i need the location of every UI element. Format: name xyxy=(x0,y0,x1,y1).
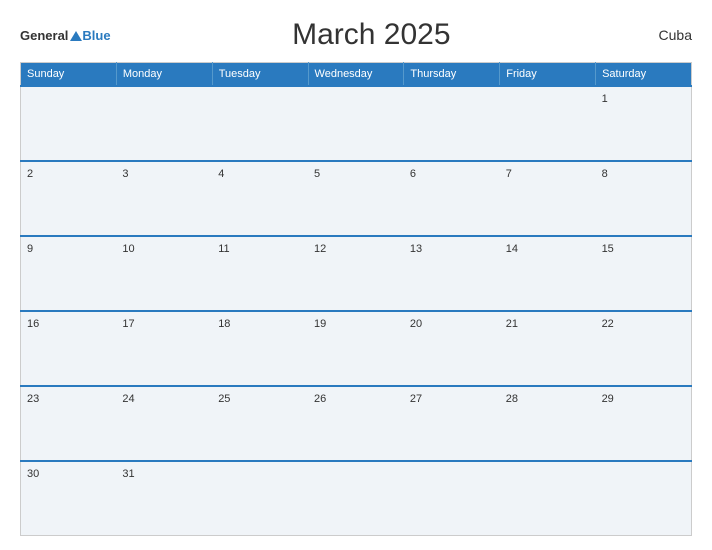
day-number: 1 xyxy=(602,93,608,105)
day-number: 29 xyxy=(602,393,614,405)
calendar-header: SundayMondayTuesdayWednesdayThursdayFrid… xyxy=(21,63,692,87)
calendar-empty-cell xyxy=(21,86,117,161)
calendar-day-15: 15 xyxy=(596,236,692,311)
day-number: 3 xyxy=(122,168,128,180)
calendar-empty-cell xyxy=(404,461,500,536)
day-number: 24 xyxy=(122,393,134,405)
day-number: 30 xyxy=(27,468,39,480)
logo-triangle-icon xyxy=(70,31,82,41)
day-number: 12 xyxy=(314,243,326,255)
calendar-week-row: 16 17 18 19 20 21 22 xyxy=(21,311,692,386)
day-number: 8 xyxy=(602,168,608,180)
day-number: 16 xyxy=(27,318,39,330)
calendar-week-row: 1 xyxy=(21,86,692,161)
page-header: General Blue March 2025 Cuba xyxy=(20,18,692,52)
calendar-table: SundayMondayTuesdayWednesdayThursdayFrid… xyxy=(20,62,692,536)
day-number: 27 xyxy=(410,393,422,405)
calendar-empty-cell xyxy=(212,461,308,536)
day-number: 5 xyxy=(314,168,320,180)
day-number: 17 xyxy=(122,318,134,330)
calendar-day-10: 10 xyxy=(116,236,212,311)
calendar-empty-cell xyxy=(500,86,596,161)
calendar-day-28: 28 xyxy=(500,386,596,461)
calendar-week-row: 30 31 xyxy=(21,461,692,536)
day-number: 28 xyxy=(506,393,518,405)
day-header-tuesday: Tuesday xyxy=(212,63,308,87)
day-number: 10 xyxy=(122,243,134,255)
day-number: 25 xyxy=(218,393,230,405)
day-header-thursday: Thursday xyxy=(404,63,500,87)
calendar-day-24: 24 xyxy=(116,386,212,461)
calendar-day-17: 17 xyxy=(116,311,212,386)
country-label: Cuba xyxy=(632,27,692,43)
day-number: 7 xyxy=(506,168,512,180)
day-number: 26 xyxy=(314,393,326,405)
day-header-sunday: Sunday xyxy=(21,63,117,87)
calendar-empty-cell xyxy=(308,86,404,161)
calendar-day-26: 26 xyxy=(308,386,404,461)
calendar-body: 1234567891011121314151617181920212223242… xyxy=(21,86,692,536)
calendar-day-16: 16 xyxy=(21,311,117,386)
calendar-week-row: 9 10 11 12 13 14 15 xyxy=(21,236,692,311)
calendar-day-19: 19 xyxy=(308,311,404,386)
calendar-title: March 2025 xyxy=(111,18,632,52)
calendar-day-22: 22 xyxy=(596,311,692,386)
day-number: 19 xyxy=(314,318,326,330)
day-number: 18 xyxy=(218,318,230,330)
calendar-day-7: 7 xyxy=(500,161,596,236)
day-number: 9 xyxy=(27,243,33,255)
day-number: 6 xyxy=(410,168,416,180)
calendar-day-29: 29 xyxy=(596,386,692,461)
calendar-day-13: 13 xyxy=(404,236,500,311)
calendar-day-21: 21 xyxy=(500,311,596,386)
days-of-week-row: SundayMondayTuesdayWednesdayThursdayFrid… xyxy=(21,63,692,87)
calendar-day-4: 4 xyxy=(212,161,308,236)
calendar-empty-cell xyxy=(500,461,596,536)
day-number: 2 xyxy=(27,168,33,180)
calendar-day-1: 1 xyxy=(596,86,692,161)
calendar-day-3: 3 xyxy=(116,161,212,236)
calendar-day-9: 9 xyxy=(21,236,117,311)
day-number: 4 xyxy=(218,168,224,180)
calendar-day-31: 31 xyxy=(116,461,212,536)
calendar-day-8: 8 xyxy=(596,161,692,236)
day-header-monday: Monday xyxy=(116,63,212,87)
calendar-empty-cell xyxy=(308,461,404,536)
calendar-day-30: 30 xyxy=(21,461,117,536)
calendar-day-12: 12 xyxy=(308,236,404,311)
calendar-day-6: 6 xyxy=(404,161,500,236)
calendar-week-row: 23 24 25 26 27 28 29 xyxy=(21,386,692,461)
day-header-saturday: Saturday xyxy=(596,63,692,87)
calendar-empty-cell xyxy=(596,461,692,536)
day-number: 22 xyxy=(602,318,614,330)
day-number: 13 xyxy=(410,243,422,255)
day-header-wednesday: Wednesday xyxy=(308,63,404,87)
calendar-day-20: 20 xyxy=(404,311,500,386)
calendar-day-25: 25 xyxy=(212,386,308,461)
calendar-day-23: 23 xyxy=(21,386,117,461)
logo-general-text: General xyxy=(20,29,68,42)
calendar-day-11: 11 xyxy=(212,236,308,311)
day-number: 31 xyxy=(122,468,134,480)
day-number: 15 xyxy=(602,243,614,255)
calendar-day-27: 27 xyxy=(404,386,500,461)
day-number: 11 xyxy=(218,243,229,255)
day-number: 21 xyxy=(506,318,518,330)
calendar-week-row: 2 3 4 5 6 7 8 xyxy=(21,161,692,236)
logo: General Blue xyxy=(20,29,111,42)
day-number: 14 xyxy=(506,243,518,255)
calendar-day-18: 18 xyxy=(212,311,308,386)
calendar-empty-cell xyxy=(116,86,212,161)
day-header-friday: Friday xyxy=(500,63,596,87)
day-number: 20 xyxy=(410,318,422,330)
calendar-empty-cell xyxy=(212,86,308,161)
calendar-day-5: 5 xyxy=(308,161,404,236)
day-number: 23 xyxy=(27,393,39,405)
calendar-empty-cell xyxy=(404,86,500,161)
calendar-day-2: 2 xyxy=(21,161,117,236)
calendar-day-14: 14 xyxy=(500,236,596,311)
logo-blue-text: Blue xyxy=(82,29,110,42)
